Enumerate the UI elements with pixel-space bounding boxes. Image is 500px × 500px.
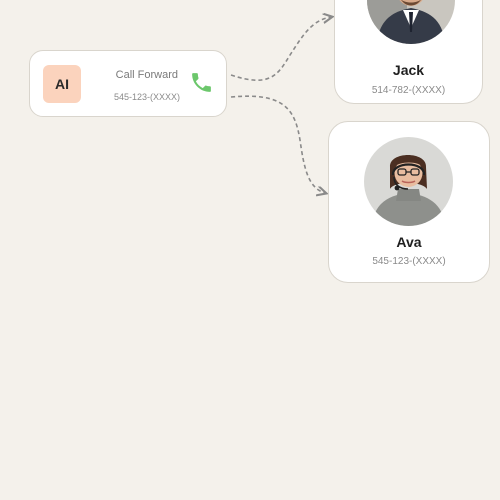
connector-to-jack (230, 17, 331, 81)
avatar-jack (367, 0, 455, 44)
contact-name: Jack (392, 62, 425, 78)
ai-phone-number: 545-123-(XXXX) (113, 92, 180, 102)
call-forward-title: Call Forward (115, 69, 178, 81)
phone-icon[interactable] (189, 70, 214, 95)
contact-card-jack[interactable]: Jack 514-782-(XXXX) (334, 0, 483, 104)
contact-card-ava[interactable]: Ava 545-123-(XXXX) (328, 121, 490, 283)
connector-to-ava (230, 95, 325, 193)
contact-name: Ava (396, 234, 422, 250)
ai-badge: AI (43, 65, 81, 103)
avatar-ava (364, 137, 453, 226)
contact-phone: 545-123-(XXXX) (372, 256, 446, 267)
call-forward-card[interactable]: AI Call Forward 545-123-(XXXX) (29, 50, 227, 117)
contact-phone: 514-782-(XXXX) (371, 85, 446, 96)
